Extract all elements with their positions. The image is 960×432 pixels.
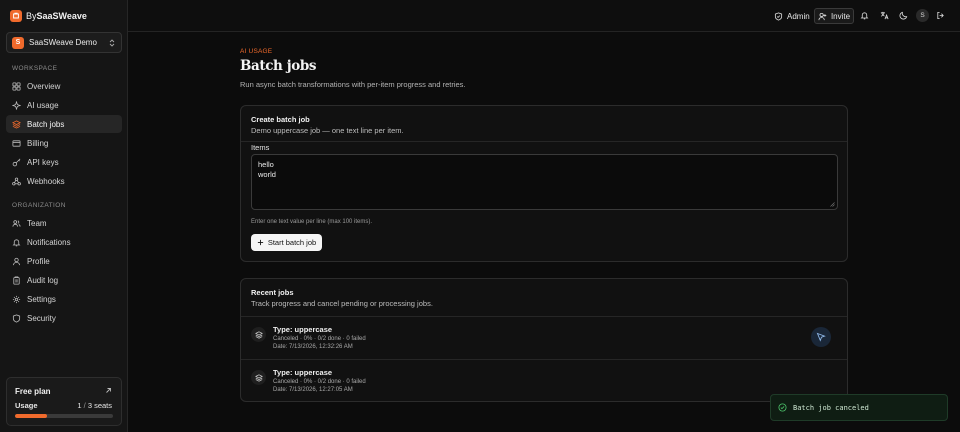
brand-logo-icon — [10, 10, 22, 22]
sidebar-item-profile[interactable]: Profile — [6, 252, 122, 270]
shield-icon — [12, 313, 21, 323]
topbar: Admin Invite S — [128, 0, 960, 32]
sidebar-item-security[interactable]: Security — [6, 309, 122, 327]
plus-icon — [257, 239, 264, 246]
logout-icon[interactable] — [936, 11, 945, 20]
bell-icon — [12, 238, 21, 247]
gear-icon — [12, 295, 21, 304]
job-status: Canceled · 0% · 0/2 done · 0 failed — [273, 336, 366, 342]
users-icon — [12, 219, 21, 228]
layers-icon — [12, 119, 21, 129]
card-description: Demo uppercase job — one text line per i… — [251, 126, 404, 135]
start-batch-job-button[interactable]: Start batch job — [251, 234, 322, 251]
sidebar-item-label: Security — [27, 313, 56, 323]
resize-grip-icon[interactable] — [830, 202, 835, 207]
sidebar-item-label: Notifications — [27, 237, 71, 247]
plan-usage-label: Usage — [15, 401, 38, 410]
user-icon — [12, 257, 21, 266]
user-plus-icon — [818, 12, 827, 21]
sidebar-item-label: Webhooks — [27, 176, 65, 186]
job-status: Canceled · 0% · 0/2 done · 0 failed — [273, 379, 366, 385]
card-title: Recent jobs — [251, 288, 294, 297]
job-type: Type: uppercase — [273, 368, 333, 377]
invite-button[interactable]: Invite — [814, 8, 854, 24]
sparkles-icon — [12, 100, 21, 110]
avatar[interactable]: S — [916, 9, 929, 22]
org-name: SaaSWeave Demo — [29, 38, 97, 47]
org-badge: S — [12, 36, 24, 49]
sidebar-item-notifications[interactable]: Notifications — [6, 233, 122, 251]
items-help-text: Enter one text value per line (max 100 i… — [251, 219, 373, 225]
job-date: Date: 7/13/2026, 12:32:26 AM — [273, 344, 353, 350]
plan-card: Free plan Usage 1 / 3 seats — [6, 377, 122, 426]
plan-title: Free plan — [15, 387, 51, 396]
job-type: Type: uppercase — [273, 325, 333, 334]
sidebar-item-ai-usage[interactable]: AI usage — [6, 96, 122, 114]
sidebar-item-label: Team — [27, 218, 47, 228]
sidebar-item-label: Profile — [27, 256, 50, 266]
organization-section-label: ORGANIZATION — [12, 202, 66, 209]
start-batch-job-label: Start batch job — [267, 238, 317, 247]
sidebar-item-api-keys[interactable]: API keys — [6, 153, 122, 171]
moon-icon[interactable] — [899, 11, 908, 20]
workspace-section-label: WORKSPACE — [12, 65, 58, 72]
sidebar-item-audit-log[interactable]: Audit log — [6, 271, 122, 289]
toast-message: Batch job canceled — [793, 403, 869, 412]
job-row: Type: uppercase Canceled · 0% · 0/2 done… — [241, 317, 847, 359]
sidebar: BySaaSWeave S SaaSWeave Demo WORKSPACE O… — [0, 0, 128, 432]
page-title: Batch jobs — [240, 58, 317, 74]
items-line: hello — [258, 160, 274, 169]
plan-usage-bar — [15, 414, 113, 418]
sidebar-item-label: Settings — [27, 294, 56, 304]
toast-notification: Batch job canceled — [770, 394, 948, 421]
sidebar-item-billing[interactable]: Billing — [6, 134, 122, 152]
sidebar-item-webhooks[interactable]: Webhooks — [6, 172, 122, 190]
job-row: Type: uppercase Canceled · 0% · 0/2 done… — [241, 360, 847, 402]
chevrons-up-down-icon — [108, 38, 116, 47]
translate-icon[interactable] — [880, 11, 889, 20]
clipboard-icon — [12, 275, 21, 285]
job-date: Date: 7/13/2026, 12:27:05 AM — [273, 387, 353, 393]
credit-card-icon — [12, 139, 21, 148]
card-title: Create batch job — [251, 115, 310, 124]
webhook-icon — [12, 177, 21, 186]
sidebar-item-label: Overview — [27, 81, 61, 91]
plan-usage-fill — [15, 414, 48, 418]
sidebar-item-settings[interactable]: Settings — [6, 290, 122, 308]
sidebar-item-team[interactable]: Team — [6, 214, 122, 232]
sidebar-item-label: AI usage — [27, 100, 59, 110]
layers-icon — [251, 327, 266, 342]
items-textarea[interactable]: hello world — [251, 154, 838, 210]
sidebar-item-batch-jobs[interactable]: Batch jobs — [6, 115, 122, 133]
bell-icon[interactable] — [860, 11, 869, 20]
recent-jobs-card: Recent jobs Track progress and cancel pe… — [240, 278, 848, 402]
page-eyebrow: AI USAGE — [240, 48, 273, 55]
items-line: world — [258, 170, 276, 179]
main-content: AI USAGE Batch jobs Run async batch tran… — [129, 33, 960, 432]
divider — [241, 141, 847, 142]
admin-label: Admin — [787, 11, 810, 21]
sidebar-item-label: Billing — [27, 138, 49, 148]
cursor-pointer-icon[interactable] — [811, 327, 831, 347]
org-switcher[interactable]: S SaaSWeave Demo — [6, 32, 122, 53]
arrow-up-right-icon[interactable] — [105, 387, 112, 394]
card-description: Track progress and cancel pending or pro… — [251, 299, 433, 308]
plan-seat-count: 1 / 3 seats — [77, 401, 112, 410]
sidebar-item-label: Batch jobs — [27, 119, 65, 129]
brand[interactable]: BySaaSWeave — [10, 9, 87, 23]
sidebar-item-label: API keys — [27, 157, 59, 167]
layers-icon — [251, 370, 266, 385]
page-subtitle: Run async batch transformations with per… — [240, 80, 466, 89]
admin-role-badge[interactable]: Admin — [774, 9, 810, 23]
sidebar-item-overview[interactable]: Overview — [6, 77, 122, 95]
invite-label: Invite — [830, 11, 851, 21]
items-label: Items — [251, 143, 270, 152]
sidebar-item-label: Audit log — [27, 275, 59, 285]
shield-check-icon — [774, 11, 783, 21]
create-batch-job-card: Create batch job Demo uppercase job — on… — [240, 105, 848, 262]
brand-name: BySaaSWeave — [26, 11, 87, 21]
check-circle-icon — [778, 403, 787, 412]
grid-icon — [12, 81, 21, 91]
key-icon — [12, 158, 21, 167]
